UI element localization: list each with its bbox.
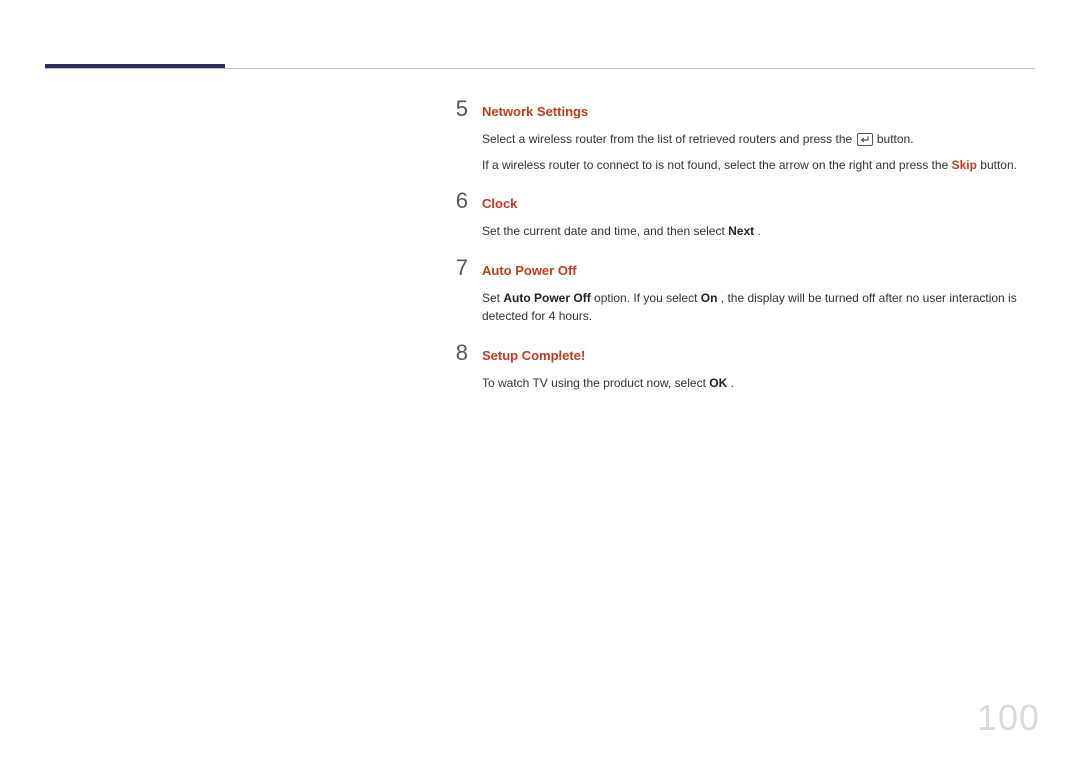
text-fragment: . (731, 376, 734, 390)
step-text-line: To watch TV using the product now, selec… (482, 374, 1035, 393)
text-fragment: To watch TV using the product now, selec… (482, 376, 709, 390)
step-title: Setup Complete! (482, 348, 585, 363)
step-7: 7 Auto Power Off Set Auto Power Off opti… (440, 257, 1035, 326)
step-head: 7 Auto Power Off (440, 257, 1035, 279)
step-body: Select a wireless router from the list o… (482, 130, 1035, 174)
step-head: 8 Setup Complete! (440, 342, 1035, 364)
step-number: 6 (440, 190, 468, 212)
step-number: 8 (440, 342, 468, 364)
step-6: 6 Clock Set the current date and time, a… (440, 190, 1035, 241)
step-number: 7 (440, 257, 468, 279)
header-divider (45, 68, 1035, 69)
text-fragment: . (758, 224, 761, 238)
content-area: 5 Network Settings Select a wireless rou… (440, 98, 1035, 409)
ok-label: OK (709, 376, 727, 390)
text-fragment: button. (877, 132, 914, 146)
on-label: On (701, 291, 718, 305)
step-title: Clock (482, 196, 517, 211)
text-fragment: If a wireless router to connect to is no… (482, 158, 952, 172)
step-text-line: If a wireless router to connect to is no… (482, 156, 1035, 175)
step-body: To watch TV using the product now, selec… (482, 374, 1035, 393)
step-8: 8 Setup Complete! To watch TV using the … (440, 342, 1035, 393)
step-5: 5 Network Settings Select a wireless rou… (440, 98, 1035, 174)
step-body: Set Auto Power Off option. If you select… (482, 289, 1035, 326)
text-fragment: Select a wireless router from the list o… (482, 132, 856, 146)
step-text-line: Set the current date and time, and then … (482, 222, 1035, 241)
step-title: Auto Power Off (482, 263, 577, 278)
step-head: 6 Clock (440, 190, 1035, 212)
next-label: Next (728, 224, 754, 238)
text-fragment: option. If you select (594, 291, 701, 305)
step-number: 5 (440, 98, 468, 120)
enter-icon (857, 133, 873, 152)
skip-label: Skip (952, 158, 977, 172)
step-title: Network Settings (482, 104, 588, 119)
text-fragment: Set (482, 291, 503, 305)
step-text-line: Select a wireless router from the list o… (482, 130, 1035, 152)
text-fragment: button. (980, 158, 1017, 172)
step-text-line: Set Auto Power Off option. If you select… (482, 289, 1035, 326)
step-body: Set the current date and time, and then … (482, 222, 1035, 241)
text-fragment: Set the current date and time, and then … (482, 224, 728, 238)
page-number: 100 (977, 697, 1040, 739)
auto-power-off-label: Auto Power Off (503, 291, 590, 305)
step-head: 5 Network Settings (440, 98, 1035, 120)
